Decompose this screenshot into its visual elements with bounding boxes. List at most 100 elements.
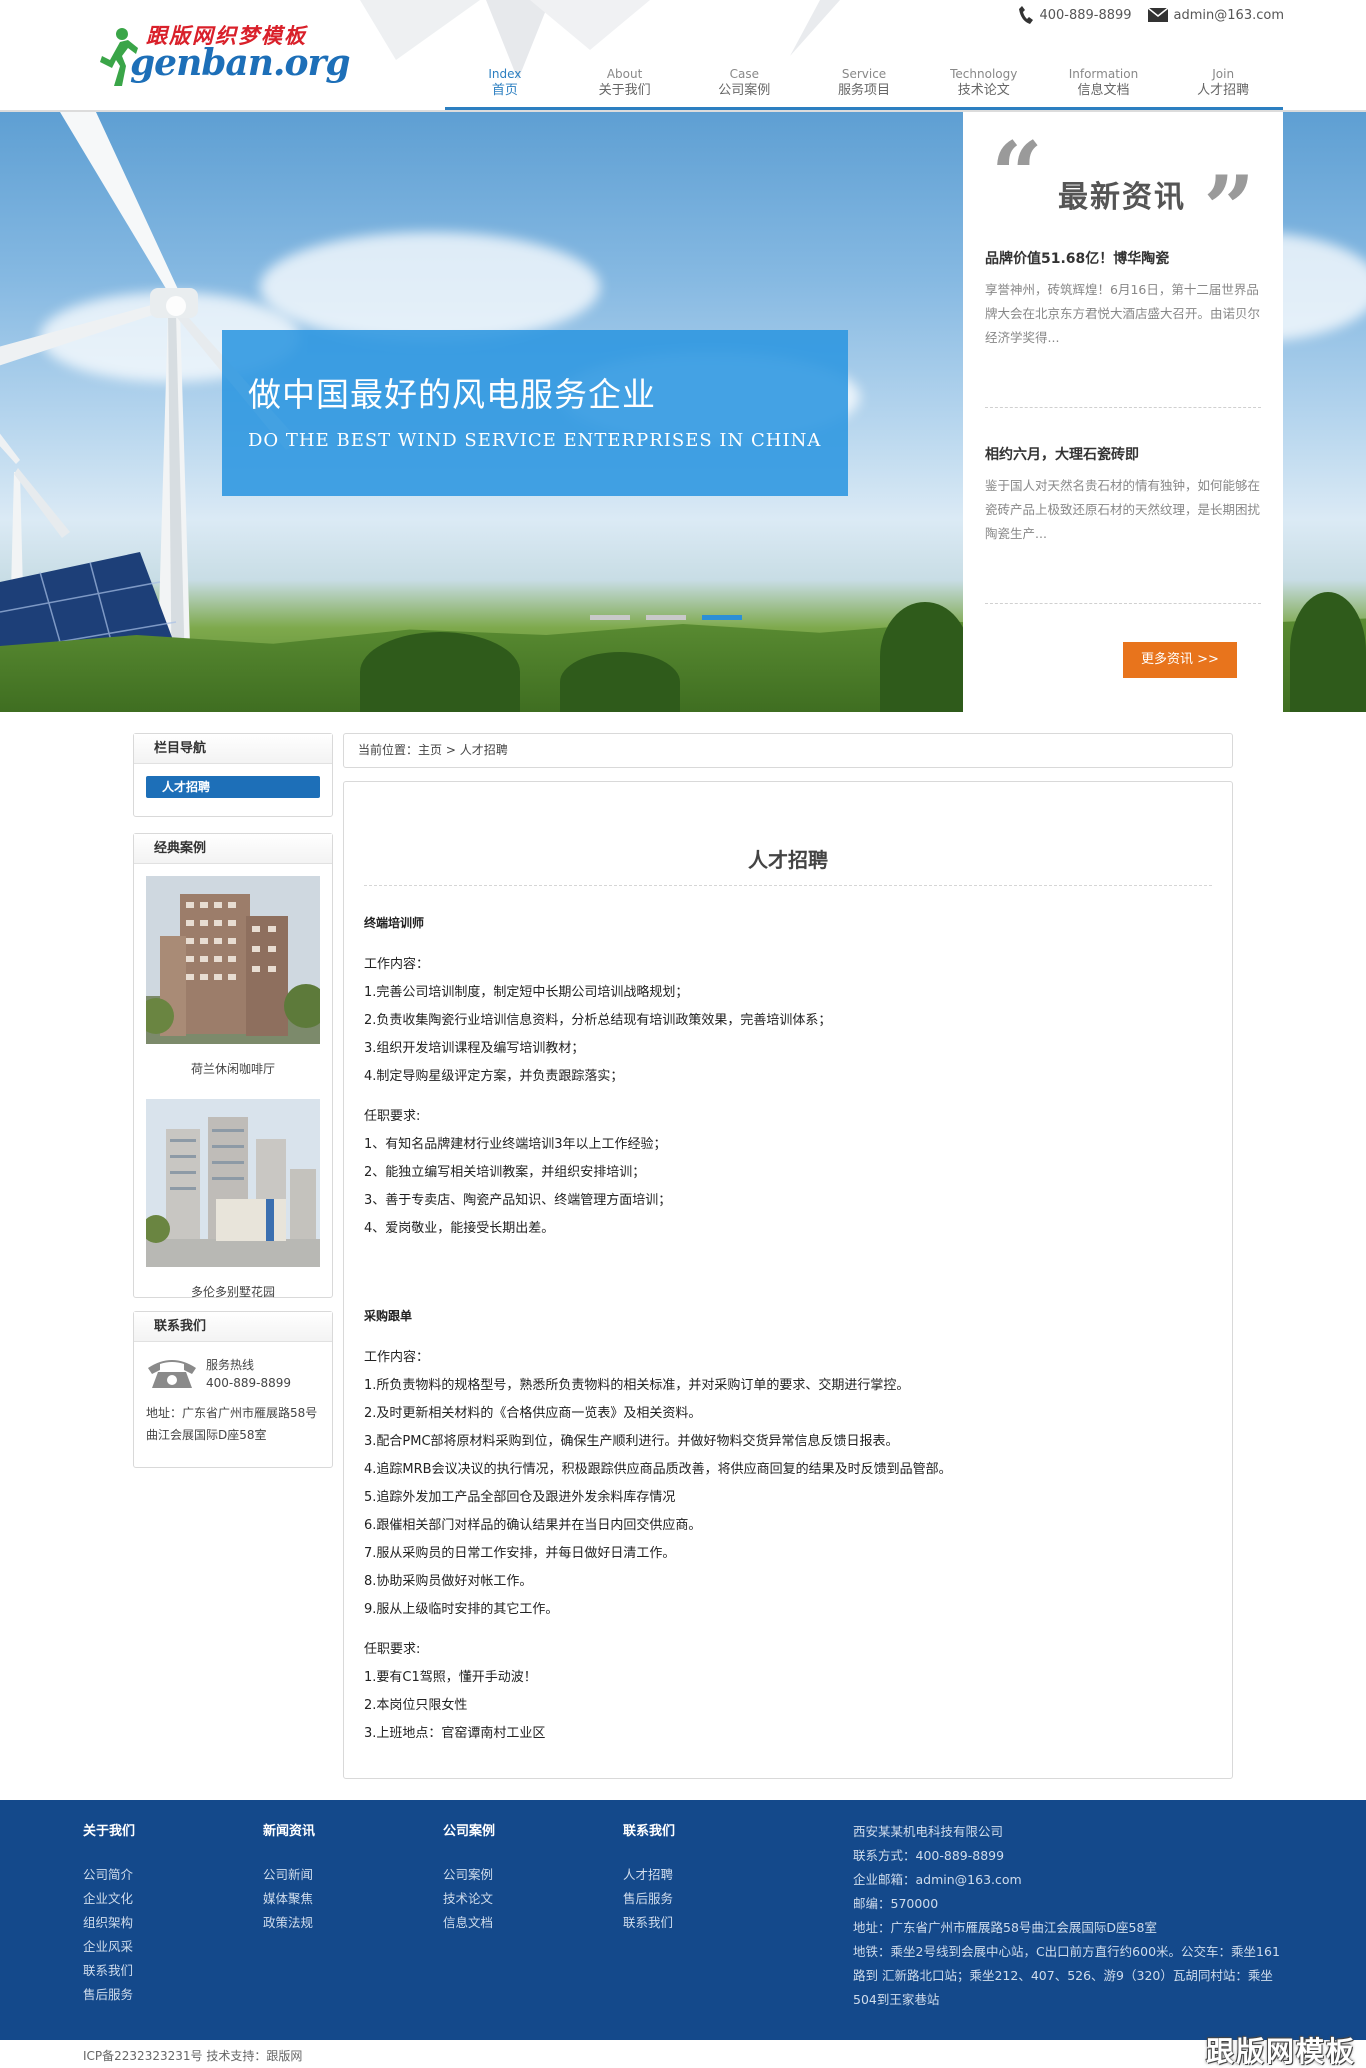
- sidebar-cases-box: 经典案例 荷兰休闲咖啡厅 多伦多别墅花园: [133, 833, 333, 1300]
- nav-item-about[interactable]: About 关于我们: [565, 64, 685, 107]
- case-caption[interactable]: 荷兰休闲咖啡厅: [146, 1060, 320, 1077]
- requirement-line: 1、有知名品牌建材行业终端培训3年以上工作经验；: [364, 1137, 667, 1152]
- quote-close-icon: ”: [1203, 156, 1255, 262]
- breadcrumb-prefix: 当前位置：: [358, 743, 419, 757]
- footer-info-line: 地址：广东省广州市雁展路58号曲江会展国际D座58室: [853, 1920, 1157, 1935]
- slider-dot[interactable]: [590, 615, 630, 620]
- telephone-icon: [148, 1360, 196, 1388]
- nav-item-index[interactable]: Index 首页: [445, 64, 565, 107]
- footer-column-title: 公司案例: [443, 1824, 496, 1839]
- breadcrumb-current[interactable]: 人才招聘: [460, 743, 508, 757]
- nav-label-cn: 首页: [491, 83, 518, 98]
- nav-label-cn: 服务项目: [838, 83, 891, 98]
- nav-item-case[interactable]: Case 公司案例: [684, 64, 804, 107]
- footer-link[interactable]: 信息文档: [443, 1911, 495, 1935]
- site-logo[interactable]: 跟版网织梦模板 genban.org: [100, 20, 351, 90]
- footer-link[interactable]: 媒体聚焦: [263, 1887, 315, 1911]
- footer-info-line: 西安某某机电科技有限公司: [853, 1824, 1004, 1839]
- footer-link[interactable]: 售后服务: [83, 1983, 135, 2007]
- duty-line: 4.追踪MRB会议决议的执行情况，积极跟踪供应商品质改善，将供应商回复的结果及时…: [364, 1462, 952, 1477]
- case-image-villa[interactable]: [142, 1099, 320, 1267]
- requirements-label: 任职要求:: [364, 1642, 421, 1657]
- more-news-button[interactable]: 更多资讯 >>: [1123, 642, 1237, 678]
- nav-label-en: About: [606, 67, 643, 81]
- footer-link[interactable]: 公司简介: [83, 1863, 135, 1887]
- case-item[interactable]: 荷兰休闲咖啡厅: [138, 876, 328, 1077]
- duty-line: 2.及时更新相关材料的《合格供应商一览表》及相关资料。: [364, 1406, 702, 1421]
- nav-item-technology[interactable]: Technology 技术论文: [924, 64, 1044, 107]
- mail-icon: [1147, 8, 1168, 22]
- sidebar-cases-title: 经典案例: [134, 834, 332, 864]
- case-item[interactable]: 多伦多别墅花园: [142, 1099, 320, 1300]
- breadcrumb-home[interactable]: 主页: [418, 743, 442, 757]
- news-item-title[interactable]: 相约六月，大理石瓷砖即: [985, 444, 1261, 464]
- footer-link[interactable]: 公司案例: [443, 1863, 495, 1887]
- main-nav: Index 首页 About 关于我们 Case 公司案例 Service 服务…: [445, 64, 1283, 110]
- case-caption[interactable]: 多伦多别墅花园: [146, 1283, 320, 1300]
- sidebar-nav-title: 栏目导航: [134, 734, 332, 764]
- slider-dot[interactable]: [646, 615, 686, 620]
- slider-dot-active[interactable]: [702, 615, 742, 620]
- news-item-title[interactable]: 品牌价值51.68亿！博华陶瓷: [985, 248, 1261, 268]
- requirement-line: 2.本岗位只限女性: [364, 1698, 468, 1713]
- breadcrumb: 当前位置：主页 > 人才招聘: [343, 733, 1233, 768]
- news-item[interactable]: 品牌价值51.68亿！博华陶瓷 享誉神州，砖筑辉煌！6月16日，第十二届世界品牌…: [985, 248, 1261, 408]
- duty-line: 6.跟催相关部门对样品的确认结果并在当日内回交供应商。: [364, 1518, 702, 1533]
- footer-link[interactable]: 技术论文: [443, 1887, 495, 1911]
- duties-label: 工作内容：: [364, 957, 430, 972]
- nav-label-en: Technology: [950, 67, 1018, 81]
- hotline-label: 服务热线: [206, 1358, 255, 1372]
- watermark-logo: 跟版网模板: [1205, 2035, 1356, 2068]
- footer-column-contact: 联系我们 人才招聘 售后服务 联系我们: [623, 1820, 675, 1935]
- news-item-summary: 鉴于国人对天然名贵石材的情有独钟，如何能够在瓷砖产品上极致还原石材的天然纹理，是…: [985, 478, 1261, 541]
- nav-item-service[interactable]: Service 服务项目: [804, 64, 924, 107]
- duty-line: 7.服从采购员的日常工作安排，并每日做好日清工作。: [364, 1546, 676, 1561]
- nav-label-en: Join: [1212, 67, 1235, 81]
- top-phone-number: 400-889-8899: [1039, 7, 1132, 23]
- footer-column-cases: 公司案例 公司案例 技术论文 信息文档: [443, 1820, 495, 1935]
- footer-link[interactable]: 企业风采: [83, 1935, 135, 1959]
- news-item-summary: 享誉神州，砖筑辉煌！6月16日，第十二届世界品牌大会在北京东方君悦大酒店盛大召开…: [985, 282, 1261, 345]
- footer-link[interactable]: 联系我们: [83, 1959, 135, 1983]
- nav-item-information[interactable]: Information 信息文档: [1044, 64, 1164, 107]
- duty-line: 9.服从上级临时安排的其它工作。: [364, 1602, 559, 1617]
- nav-item-join[interactable]: Join 人才招聘: [1163, 64, 1283, 107]
- top-email-address: admin@163.com: [1173, 7, 1284, 23]
- duty-line: 1.完善公司培训制度，制定短中长期公司培训战略规划；: [364, 985, 689, 1000]
- footer-link[interactable]: 人才招聘: [623, 1863, 675, 1887]
- footer-link[interactable]: 售后服务: [623, 1887, 675, 1911]
- requirement-line: 3、善于专卖店、陶瓷产品知识、终端管理方面培训；: [364, 1193, 672, 1208]
- slogan-cn: 做中国最好的风电服务企业: [248, 375, 656, 414]
- news-panel-title: 最新资讯: [1058, 180, 1186, 215]
- footer-info-line: 企业邮箱：admin@163.com: [853, 1872, 1022, 1887]
- footer-link[interactable]: 联系我们: [623, 1911, 675, 1935]
- top-phone: 400-889-8899: [1019, 6, 1132, 24]
- duty-line: 4.制定导购星级评定方案，并负责跟踪落实；: [364, 1069, 624, 1084]
- top-email[interactable]: admin@163.com: [1147, 7, 1284, 23]
- nav-label-en: Information: [1068, 67, 1139, 81]
- footer-link[interactable]: 政策法规: [263, 1911, 315, 1935]
- slogan-en: DO THE BEST WIND SERVICE ENTERPRISES IN …: [248, 430, 822, 451]
- sidebar-item-recruitment[interactable]: 人才招聘: [146, 776, 320, 798]
- quote-open-icon: “: [991, 122, 1043, 228]
- footer-info-line: 地铁：乘坐2号线到会展中心站，C出口前方直行约600米。公交车：乘坐161路到 …: [853, 1944, 1280, 2007]
- nav-label-cn: 人才招聘: [1197, 83, 1250, 98]
- case-image-apartment[interactable]: [138, 876, 328, 1044]
- latest-news-panel: “ ” 最新资讯 品牌价值51.68亿！博华陶瓷 享誉神州，砖筑辉煌！6月16日…: [963, 112, 1283, 712]
- footer-column-title: 新闻资讯: [263, 1824, 316, 1839]
- duty-line: 1.所负责物料的规格型号，熟悉所负责物料的相关标准，并对采购订单的要求、交期进行…: [364, 1378, 910, 1393]
- icp-text: ICP备2232323231号 技术支持：跟版网: [83, 2049, 303, 2063]
- footer-info-line: 联系方式：400-889-8899: [853, 1848, 1005, 1863]
- footer-info-line: 邮编：570000: [853, 1896, 939, 1911]
- hotline-number: 400-889-8899: [206, 1376, 292, 1390]
- footer-column-title: 联系我们: [623, 1824, 676, 1839]
- footer-column-about: 关于我们 公司简介 企业文化 组织架构 企业风采 联系我们 售后服务: [83, 1820, 135, 2007]
- nav-label-cn: 公司案例: [718, 83, 771, 98]
- footer-link[interactable]: 企业文化: [83, 1887, 135, 1911]
- news-item[interactable]: 相约六月，大理石瓷砖即 鉴于国人对天然名贵石材的情有独钟，如何能够在瓷砖产品上极…: [985, 444, 1261, 604]
- footer-link[interactable]: 组织架构: [83, 1911, 135, 1935]
- footer-link[interactable]: 公司新闻: [263, 1863, 315, 1887]
- duty-line: 3.组织开发培训课程及编写培训教材；: [364, 1041, 585, 1056]
- nav-label-en: Index: [488, 67, 522, 81]
- copyright-bar: ICP备2232323231号 技术支持：跟版网 跟版网模板: [0, 2035, 1366, 2068]
